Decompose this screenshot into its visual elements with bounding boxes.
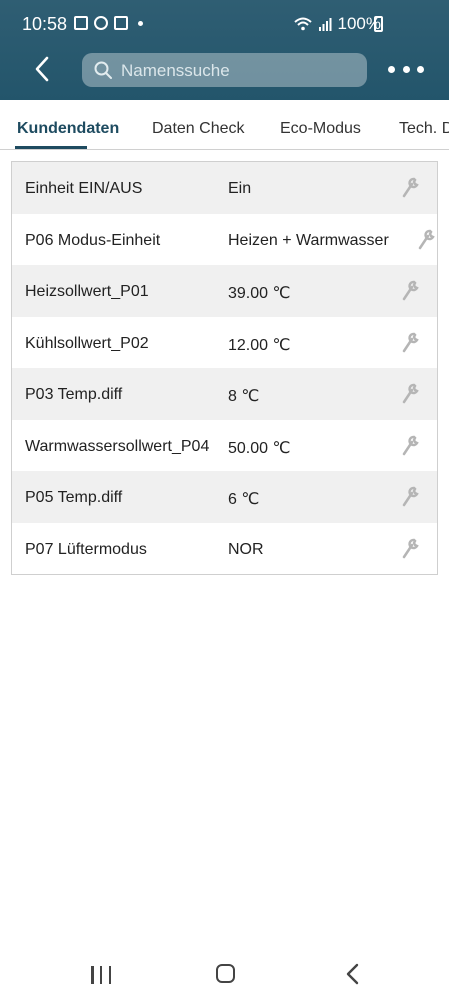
system-back-icon[interactable] (343, 963, 363, 985)
parameter-label: P07 Lüftermodus (25, 540, 147, 558)
system-navigation-bar (0, 950, 449, 1000)
more-notifications-icon (138, 20, 143, 26)
status-right: 100% (293, 14, 381, 34)
wrench-icon[interactable] (400, 383, 420, 405)
notification-icons (74, 16, 143, 30)
wrench-icon[interactable] (400, 280, 420, 302)
table-row[interactable]: Warmwassersollwert_P04 50.00 ℃ (12, 420, 437, 472)
parameter-label: P03 Temp.diff (25, 386, 123, 403)
wrench-icon[interactable] (400, 538, 420, 560)
tab-bar: Kundendaten Daten Check Eco-Modus Tech. … (0, 100, 449, 150)
signal-icon (318, 18, 332, 31)
wrench-icon[interactable] (400, 177, 420, 199)
parameter-value: NOR (228, 540, 264, 558)
wrench-icon[interactable] (400, 435, 420, 457)
table-row[interactable]: Heizsollwert_P01 39.00 ℃ (12, 265, 437, 317)
back-arrow-icon[interactable] (28, 54, 58, 84)
status-time: 10:58 (22, 14, 68, 34)
table-row[interactable]: Einheit EIN/AUS Ein (12, 162, 437, 214)
wrench-icon[interactable] (416, 229, 436, 251)
parameter-value: 8 ℃ (228, 388, 260, 405)
parameter-value: 50.00 ℃ (228, 439, 291, 457)
tab-eco-modus[interactable]: Eco-Modus (280, 120, 361, 138)
recent-apps-icon[interactable] (91, 966, 111, 984)
parameter-value: Ein (228, 180, 252, 197)
search-input[interactable]: Namenssuche (82, 53, 367, 87)
wrench-icon[interactable] (400, 332, 420, 354)
search-placeholder: Namenssuche (121, 61, 230, 80)
app-icon (114, 16, 128, 30)
parameter-value: 12.00 ℃ (228, 336, 291, 354)
wifi-icon (293, 17, 312, 31)
table-row[interactable]: P05 Temp.diff 6 ℃ (12, 471, 437, 523)
search-icon (94, 61, 112, 79)
parameter-value: 39.00 ℃ (228, 285, 291, 302)
parameter-label: P06 Modus-Einheit (25, 231, 161, 249)
parameter-label: Einheit EIN/AUS (25, 180, 143, 197)
parameter-label: Heizsollwert_P01 (25, 283, 149, 300)
tab-kundendaten[interactable]: Kundendaten (17, 120, 119, 138)
parameter-value: 6 ℃ (228, 491, 260, 508)
table-row[interactable]: Kühlsollwert_P02 12.00 ℃ (12, 317, 437, 369)
parameter-label: Kühlsollwert_P02 (25, 334, 149, 352)
tab-daten-check[interactable]: Daten Check (152, 120, 245, 138)
active-tab-indicator (15, 146, 87, 149)
status-bar: 10:58 100% (0, 0, 449, 48)
sync-icon (94, 16, 108, 30)
image-icon (74, 16, 88, 30)
table-row[interactable]: P07 Lüftermodus NOR (12, 523, 437, 575)
table-row[interactable]: P03 Temp.diff 8 ℃ (12, 368, 437, 420)
home-icon[interactable] (216, 964, 235, 983)
app-header: 10:58 100% Namenssuche (0, 0, 449, 100)
battery-charging-icon (374, 16, 383, 32)
parameter-label: P05 Temp.diff (25, 489, 123, 506)
parameter-table: Einheit EIN/AUS Ein P06 Modus-Einheit He… (11, 161, 438, 575)
table-row[interactable]: P06 Modus-Einheit Heizen + Warmwasser (12, 214, 437, 266)
more-options-icon[interactable] (388, 62, 424, 76)
parameter-label: Warmwassersollwert_P04 (25, 437, 210, 455)
tab-tech-daten[interactable]: Tech. D (399, 120, 449, 138)
parameter-value: Heizen + Warmwasser (228, 231, 389, 249)
wrench-icon[interactable] (400, 486, 420, 508)
